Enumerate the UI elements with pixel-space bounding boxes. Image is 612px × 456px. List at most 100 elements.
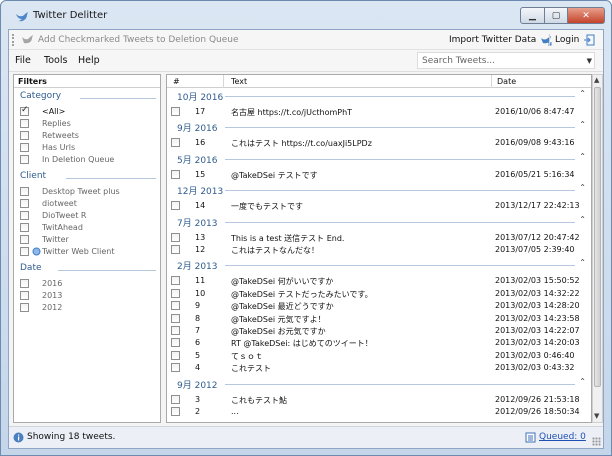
column-date[interactable]: Date xyxy=(497,77,516,86)
table-row[interactable]: 17 名古屋 https://t.co/jUcthomPhT 2016/10/06 … xyxy=(167,106,591,118)
filter-client-1[interactable]: Desktop Tweet plus xyxy=(20,187,120,196)
column-text[interactable]: Text xyxy=(231,77,247,86)
filter-category-has-urls[interactable]: Has Urls xyxy=(20,143,75,152)
row-checkbox[interactable] xyxy=(171,363,180,373)
filter-client-2[interactable]: diotweet xyxy=(20,199,77,208)
table-row[interactable]: 9 @TakeDSei 最近どうですか 2013/02/03 14:28:20 xyxy=(167,300,591,312)
row-checkbox[interactable] xyxy=(171,276,180,286)
table-row[interactable]: 3 これもテスト鮎 2012/09/26 21:53:18 xyxy=(167,394,591,406)
filter-date-2012[interactable]: 2012 xyxy=(20,303,62,312)
row-checkbox[interactable] xyxy=(171,138,180,148)
scroll-up-icon[interactable]: ▲ xyxy=(594,76,599,84)
checkbox[interactable] xyxy=(20,119,29,128)
row-checkbox[interactable] xyxy=(171,169,180,179)
table-row[interactable]: 10 @TakeDSei テストだったみたいです。 2013/02/03 14:32… xyxy=(167,288,591,300)
login-button[interactable]: Login xyxy=(555,34,595,46)
search-input[interactable] xyxy=(418,53,578,68)
checkbox[interactable] xyxy=(20,303,29,312)
table-row[interactable]: 16 これはテスト https://t.co/uaxJi5LPDz 2016/09/… xyxy=(167,137,591,149)
row-checkbox[interactable] xyxy=(171,201,180,211)
filter-category-replies[interactable]: Replies xyxy=(20,119,71,128)
group-header[interactable]: 2月 2013 ⌃ xyxy=(167,258,591,272)
table-row[interactable]: 14 一度でもテストです 2013/12/17 22:42:13 xyxy=(167,200,591,212)
checkbox[interactable] xyxy=(20,291,29,300)
filter-date-2013[interactable]: 2013 xyxy=(20,291,62,300)
filter-category-in-queue[interactable]: In Deletion Queue xyxy=(20,155,114,164)
group-header[interactable]: 9月 2016 ⌃ xyxy=(167,120,591,134)
filter-client-6[interactable]: Twitter Web Client xyxy=(20,247,115,256)
table-row[interactable]: 7 @TakeDSei お元気ですか 2013/02/03 14:22:07 xyxy=(167,325,591,337)
group-header[interactable]: 12月 2013 ⌃ xyxy=(167,183,591,197)
scroll-down-icon[interactable]: ▼ xyxy=(594,412,599,420)
table-row[interactable]: 13 This is a test 送信テスト End. 2013/07/12 20… xyxy=(167,232,591,244)
title-bar[interactable]: Twitter Delitter ▁ ▢ ✕ xyxy=(1,1,611,29)
vertical-scrollbar[interactable]: ▲ ▼ xyxy=(592,74,603,423)
table-row[interactable]: 6 RT @TakeDSei: はじめてのツイート！ 2013/02/03 14:2… xyxy=(167,337,591,349)
row-checkbox[interactable] xyxy=(171,350,180,360)
queued-link[interactable]: Queued: 0 xyxy=(539,432,586,442)
table-row[interactable]: 8 @TakeDSei 元気ですよ！ 2013/02/03 14:23:58 xyxy=(167,313,591,325)
collapse-chevron-icon[interactable]: ⌃ xyxy=(579,152,586,161)
column-separator[interactable] xyxy=(223,75,224,88)
row-checkbox[interactable] xyxy=(171,394,180,404)
maximize-button[interactable]: ▢ xyxy=(544,7,568,24)
row-checkbox[interactable] xyxy=(171,245,180,254)
scroll-thumb[interactable] xyxy=(594,87,601,387)
row-checkbox[interactable] xyxy=(171,326,180,335)
table-row[interactable]: 2... 2012/09/26 18:50:34 xyxy=(167,406,591,418)
collapse-chevron-icon[interactable]: ⌃ xyxy=(579,377,586,386)
row-checkbox[interactable] xyxy=(171,313,180,323)
collapse-chevron-icon[interactable]: ⌃ xyxy=(579,215,586,224)
filter-client-5[interactable]: Twitter xyxy=(20,235,69,244)
table-row[interactable]: 12 これはテストなんだな！ 2013/07/05 2:39:40 xyxy=(167,244,591,256)
group-header[interactable]: 5月 2016 ⌃ xyxy=(167,152,591,166)
checkbox[interactable] xyxy=(20,211,29,220)
import-twitter-data-button[interactable]: Import Twitter Data xyxy=(449,34,552,46)
group-header[interactable]: 9月 2012 ⌃ xyxy=(167,377,591,391)
checkbox[interactable] xyxy=(20,105,29,116)
menu-tools[interactable]: Tools xyxy=(44,55,67,66)
collapse-chevron-icon[interactable]: ⌃ xyxy=(579,258,586,267)
filter-date-2016[interactable]: 2016 xyxy=(20,279,62,288)
row-checkbox[interactable] xyxy=(171,232,180,242)
import-label: Import Twitter Data xyxy=(449,35,537,45)
row-checkbox[interactable] xyxy=(171,107,180,116)
search-dropdown-icon[interactable]: ▼ xyxy=(587,57,592,65)
group-header[interactable]: 7月 2013 ⌃ xyxy=(167,215,591,229)
collapse-chevron-icon[interactable]: ⌃ xyxy=(579,183,586,192)
table-row[interactable]: 4 これテスト 2013/02/03 0:43:32 xyxy=(167,362,591,374)
row-checkbox[interactable] xyxy=(171,288,180,298)
resize-grip[interactable] xyxy=(592,437,601,446)
checkbox[interactable] xyxy=(20,143,29,152)
checkbox[interactable] xyxy=(20,155,29,164)
checkbox[interactable] xyxy=(20,279,29,288)
checkbox[interactable] xyxy=(20,131,29,140)
row-checkbox[interactable] xyxy=(171,301,180,311)
column-num[interactable]: # xyxy=(173,77,180,86)
menu-help[interactable]: Help xyxy=(78,55,100,66)
minimize-button[interactable]: ▁ xyxy=(520,7,545,24)
collapse-chevron-icon[interactable]: ⌃ xyxy=(579,89,586,98)
close-button[interactable]: ✕ xyxy=(567,7,605,24)
row-checkbox[interactable] xyxy=(171,407,180,416)
table-row[interactable]: 5 てｓｏｔ 2013/02/03 0:46:40 xyxy=(167,350,591,362)
search-box[interactable]: ▼ xyxy=(417,52,595,69)
checkbox[interactable] xyxy=(20,247,29,256)
filter-client-4[interactable]: TwitAhead xyxy=(20,223,83,232)
menu-file[interactable]: File xyxy=(15,55,31,66)
filter-category-retweets[interactable]: Retweets xyxy=(20,131,79,140)
row-checkbox[interactable] xyxy=(171,338,180,348)
group-header[interactable]: 10月 2016 ⌃ xyxy=(167,89,591,103)
filter-category-all[interactable]: <All> xyxy=(20,105,65,116)
checkbox[interactable] xyxy=(20,199,29,208)
column-separator[interactable] xyxy=(491,75,492,88)
checkbox[interactable] xyxy=(20,187,29,196)
filter-client-3[interactable]: DioTweet R xyxy=(20,211,86,220)
checkbox[interactable] xyxy=(20,223,29,232)
checkbox[interactable] xyxy=(20,235,29,244)
toolbar-grip[interactable] xyxy=(12,34,15,46)
table-row[interactable]: 15 @TakeDSei テストです 2016/05/21 5:16:34 xyxy=(167,169,591,181)
table-row[interactable]: 11 @TakeDSei 何がいいですか 2013/02/03 15:50:52 xyxy=(167,275,591,287)
collapse-chevron-icon[interactable]: ⌃ xyxy=(579,120,586,129)
add-to-queue-button[interactable]: Add Checkmarked Tweets to Deletion Queue xyxy=(21,33,239,46)
